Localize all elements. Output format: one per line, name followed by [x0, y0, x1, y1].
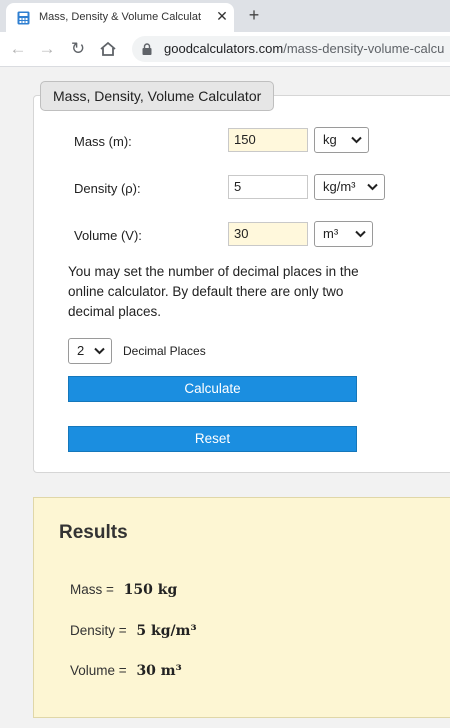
- forward-arrow-icon[interactable]: →: [37, 39, 57, 59]
- result-mass-label: Mass =: [70, 582, 114, 597]
- density-label: Density (ρ):: [74, 181, 141, 196]
- lock-icon: [142, 43, 152, 55]
- density-unit-value: kg/m³: [323, 179, 356, 194]
- density-unit-select[interactable]: kg/m³: [314, 174, 385, 200]
- result-volume-value: 30 m³: [136, 663, 182, 679]
- new-tab-button[interactable]: +: [244, 5, 264, 25]
- result-volume-label: Volume =: [70, 663, 127, 678]
- volume-label: Volume (V):: [74, 228, 142, 243]
- volume-unit-select[interactable]: m³: [314, 221, 373, 247]
- result-density-value: 5 kg/m³: [136, 623, 197, 639]
- decimal-places-label: Decimal Places: [123, 344, 206, 358]
- decimal-info-text: You may set the number of decimal places…: [68, 264, 359, 319]
- mass-label: Mass (m):: [74, 134, 132, 149]
- url-domain: goodcalculators.com: [164, 41, 284, 56]
- calculator-icon: [17, 11, 30, 25]
- mass-unit-select[interactable]: kg: [314, 127, 369, 153]
- close-tab-icon[interactable]: ✕: [214, 8, 230, 24]
- home-icon[interactable]: [99, 41, 117, 57]
- result-mass: Mass = 150 kg: [70, 582, 177, 598]
- url-text: goodcalculators.com/mass-density-volume-…: [164, 41, 444, 56]
- url-path: /mass-density-volume-calcu: [283, 41, 445, 56]
- mass-unit-value: kg: [323, 132, 337, 147]
- result-density: Density = 5 kg/m³: [70, 623, 197, 639]
- browser-tab-strip: Mass, Density & Volume Calculat ✕ +: [0, 0, 450, 32]
- volume-input[interactable]: 30: [228, 222, 308, 246]
- mass-input[interactable]: 150: [228, 128, 308, 152]
- chevron-down-icon: [94, 347, 105, 355]
- calculate-button[interactable]: Calculate: [68, 376, 357, 402]
- density-input[interactable]: 5: [228, 175, 308, 199]
- calculator-title: Mass, Density, Volume Calculator: [40, 81, 275, 111]
- volume-unit-value: m³: [323, 226, 339, 241]
- address-bar[interactable]: goodcalculators.com/mass-density-volume-…: [132, 36, 450, 62]
- result-volume: Volume = 30 m³: [70, 663, 182, 679]
- result-density-label: Density =: [70, 623, 127, 638]
- tab-title: Mass, Density & Volume Calculat: [39, 11, 202, 23]
- results-title: Results: [59, 522, 128, 543]
- back-arrow-icon[interactable]: ←: [8, 39, 28, 59]
- chevron-down-icon: [351, 136, 362, 144]
- browser-tab[interactable]: Mass, Density & Volume Calculat ✕: [6, 3, 234, 32]
- browser-toolbar: ← → ↻ goodcalculators.com/mass-density-v…: [0, 32, 450, 67]
- result-mass-value: 150 kg: [123, 582, 178, 598]
- decimal-places-select[interactable]: 2: [68, 338, 112, 364]
- chevron-down-icon: [367, 183, 378, 191]
- decimal-places-value: 2: [77, 343, 85, 358]
- reset-button[interactable]: Reset: [68, 426, 357, 452]
- reload-icon[interactable]: ↻: [68, 39, 88, 59]
- chevron-down-icon: [355, 230, 366, 238]
